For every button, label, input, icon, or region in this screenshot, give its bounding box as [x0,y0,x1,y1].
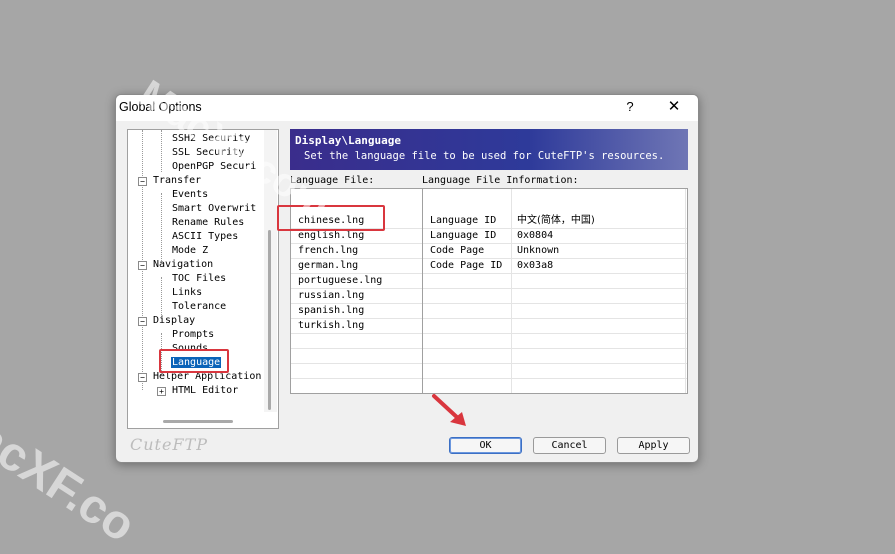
info-row: Code Page Unknown [423,243,687,259]
expand-html-editor-icon[interactable]: + [157,387,166,396]
cancel-button[interactable]: Cancel [533,437,606,454]
tree-item-smart-overwrite[interactable]: Smart Overwrit [171,202,257,216]
tree-item-links[interactable]: Links [171,286,203,300]
list-item[interactable]: french.lng [291,243,422,259]
apply-button[interactable]: Apply [617,437,690,454]
tree-item-navigation[interactable]: Navigation [152,258,214,272]
tree-item-display[interactable]: Display [152,314,196,328]
cuteftp-logo: CuteFTP [130,435,208,454]
info-row: Language ID 中文(简体，中国) [423,213,687,229]
collapse-navigation-icon[interactable]: − [138,261,147,270]
list-item[interactable]: german.lng [291,258,422,274]
language-info-label: Language File Information: [422,175,579,186]
red-arrow-icon [432,394,466,426]
help-button[interactable]: ? [621,98,639,116]
tree-item-toc-files[interactable]: TOC Files [171,272,227,286]
tree-item-transfer[interactable]: Transfer [152,174,202,188]
language-highlight-box [159,349,229,373]
list-item[interactable]: russian.lng [291,288,422,304]
tree-item-ascii-types[interactable]: ASCII Types [171,230,239,244]
info-row: Code Page ID 0x03a8 [423,258,687,274]
collapse-display-icon[interactable]: − [138,317,147,326]
tree-item-prompts[interactable]: Prompts [171,328,215,342]
list-item[interactable]: portuguese.lng [291,273,422,289]
section-banner: Display\Language Set the language file t… [290,129,688,170]
tree-item-tolerance[interactable]: Tolerance [171,300,227,314]
list-item[interactable]: turkish.lng [291,318,422,334]
info-row: Language ID 0x0804 [423,228,687,244]
tree-horizontal-scroll-thumb[interactable] [163,420,233,423]
tree-vertical-scroll-thumb[interactable] [268,230,271,410]
collapse-transfer-icon[interactable]: − [138,177,147,186]
ok-button[interactable]: OK [449,437,522,454]
tree-item-rename-rules[interactable]: Rename Rules [171,216,245,230]
banner-subtitle: Set the language file to be used for Cut… [304,150,665,162]
collapse-helper-applications-icon[interactable]: − [138,373,147,382]
tree-item-events[interactable]: Events [171,188,209,202]
banner-title: Display\Language [295,134,401,147]
tree-item-html-editor[interactable]: HTML Editor [171,384,239,398]
tree-item-mode-z[interactable]: Mode Z [171,244,209,258]
close-button[interactable]: ✕ [664,98,684,116]
language-info-grid: Language ID 中文(简体，中国) Language ID 0x0804 C… [422,188,688,394]
list-item[interactable]: spanish.lng [291,303,422,319]
